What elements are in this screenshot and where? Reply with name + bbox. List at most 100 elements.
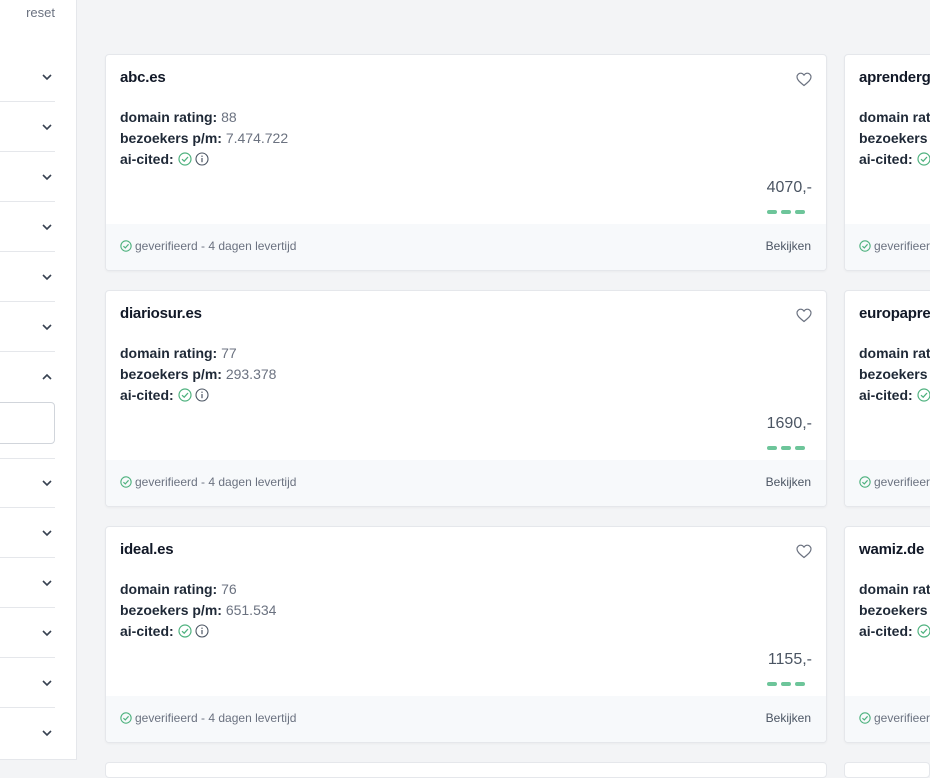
check-circle-icon [120, 476, 132, 488]
filter-dropdown-expanded[interactable] [0, 352, 55, 402]
verified-status: geverifieerd - 4 dagen levertijd [120, 475, 296, 489]
domain-rating-row: domain rati [859, 345, 930, 361]
domain-card[interactable]: ideal.es domain rating: 76 bezoekers p/m… [105, 526, 827, 743]
heart-icon[interactable] [796, 544, 812, 559]
chevron-down-icon [42, 123, 52, 130]
verified-status: geverifieerd - 4 dagen levertijd [120, 711, 296, 725]
check-circle-icon [120, 712, 132, 724]
verified-text: geverifieer [874, 239, 930, 253]
domain-card[interactable] [844, 762, 930, 778]
check-circle-icon [859, 240, 871, 252]
check-circle-icon [916, 624, 930, 638]
domain-name[interactable]: aprenderg [859, 69, 930, 86]
chevron-down-icon [42, 73, 52, 80]
domain-name[interactable]: ideal.es [120, 541, 174, 558]
domain-name[interactable]: europapre [859, 305, 930, 322]
visitors-row: bezoekers p [859, 130, 930, 146]
filter-text-input[interactable] [0, 402, 55, 444]
ai-cited-label: ai-cited: [859, 387, 913, 403]
ai-cited-row: ai-cited: [120, 151, 210, 169]
chevron-up-icon [42, 373, 52, 380]
ai-cited-row: ai-cited: [120, 387, 210, 405]
filter-sidebar: reset [0, 0, 77, 760]
domain-rating-label: domain rating: [120, 345, 218, 361]
ai-cited-label: ai-cited: [120, 151, 174, 167]
verified-text: geverifieer [874, 711, 930, 725]
domain-rating-label: domain rating: [120, 581, 218, 597]
ai-cited-label: ai-cited: [120, 387, 174, 403]
chevron-down-icon [42, 679, 52, 686]
chevron-down-icon [42, 730, 52, 737]
visitors-row: bezoekers p/m: 7.474.722 [120, 130, 288, 146]
verified-text: geverifieerd - 4 dagen levertijd [135, 239, 297, 253]
domain-card[interactable]: wamiz.de domain rati bezoekers p ai-cite… [844, 526, 930, 743]
visitors-row: bezoekers p [859, 366, 930, 382]
filter-dropdown[interactable] [0, 102, 55, 152]
filter-dropdown[interactable] [0, 252, 55, 302]
chevron-down-icon [42, 529, 52, 536]
domain-rating-label: domain rati [859, 109, 930, 125]
filter-dropdown[interactable] [0, 152, 55, 202]
price-indicator [763, 673, 805, 686]
ai-cited-row: ai-cited: [120, 623, 210, 641]
visitors-value: 7.474.722 [225, 130, 289, 146]
filter-dropdown[interactable] [0, 608, 55, 658]
domain-rating-value: 76 [221, 581, 237, 597]
domain-card[interactable]: abc.es domain rating: 88 bezoekers p/m: … [105, 54, 827, 271]
card-footer: geverifieerd - 4 dagen levertijd Bekijke… [106, 696, 826, 742]
filter-dropdown[interactable] [0, 302, 55, 352]
domain-name[interactable]: abc.es [120, 69, 166, 86]
verified-text: geverifieerd - 4 dagen levertijd [135, 475, 297, 489]
filter-dropdown[interactable] [0, 508, 55, 558]
chevron-down-icon [42, 323, 52, 330]
view-button[interactable]: Bekijken [766, 239, 811, 253]
heart-icon[interactable] [796, 72, 812, 87]
ai-cited-label: ai-cited: [859, 151, 913, 167]
domain-card[interactable]: aprenderg domain rati bezoekers p ai-cit… [844, 54, 930, 271]
domain-rating-label: domain rati [859, 345, 930, 361]
card-footer: geverifieer [845, 460, 930, 506]
visitors-label: bezoekers p [859, 366, 930, 382]
domain-rating-row: domain rati [859, 109, 930, 125]
ai-cited-row: ai-cited: [859, 387, 930, 405]
card-footer: geverifieer [845, 224, 930, 270]
ai-cited-label: ai-cited: [859, 623, 913, 639]
view-button[interactable]: Bekijken [766, 711, 811, 725]
domain-rating-label: domain rati [859, 581, 930, 597]
chevron-down-icon [42, 273, 52, 280]
filter-dropdown[interactable] [0, 558, 55, 608]
heart-icon[interactable] [796, 308, 812, 323]
info-icon[interactable] [195, 624, 210, 638]
visitors-value: 651.534 [225, 602, 277, 618]
domain-rating-row: domain rati [859, 581, 930, 597]
filter-dropdown[interactable] [0, 708, 55, 758]
domain-name[interactable]: diariosur.es [120, 305, 202, 322]
reset-link[interactable]: reset [26, 5, 55, 20]
ai-cited-row: ai-cited: [859, 151, 930, 169]
filter-dropdown[interactable] [0, 52, 55, 102]
ai-cited-label: ai-cited: [120, 623, 174, 639]
view-button[interactable]: Bekijken [766, 475, 811, 489]
verified-status: geverifieer [859, 711, 930, 725]
verified-text: geverifieer [874, 475, 930, 489]
ai-cited-row: ai-cited: [859, 623, 930, 641]
verified-text: geverifieerd - 4 dagen levertijd [135, 711, 297, 725]
verified-status: geverifieer [859, 475, 930, 489]
domain-rating-row: domain rating: 77 [120, 345, 237, 361]
visitors-row: bezoekers p/m: 293.378 [120, 366, 276, 382]
info-icon[interactable] [195, 388, 210, 402]
price: 1690,- [766, 415, 812, 432]
domain-card[interactable] [105, 762, 827, 778]
filter-dropdown[interactable] [0, 658, 55, 708]
info-icon[interactable] [195, 152, 210, 166]
domain-card[interactable]: europapre domain rati bezoekers p ai-cit… [844, 290, 930, 507]
filter-dropdown[interactable] [0, 458, 55, 508]
domain-card[interactable]: diariosur.es domain rating: 77 bezoekers… [105, 290, 827, 507]
domain-name[interactable]: wamiz.de [859, 541, 924, 558]
price: 1155,- [767, 651, 812, 668]
card-footer: geverifieerd - 4 dagen levertijd Bekijke… [106, 460, 826, 506]
filter-dropdown[interactable] [0, 202, 55, 252]
visitors-label: bezoekers p/m: [120, 366, 222, 382]
domain-rating-value: 88 [221, 109, 237, 125]
visitors-label: bezoekers p [859, 602, 930, 618]
